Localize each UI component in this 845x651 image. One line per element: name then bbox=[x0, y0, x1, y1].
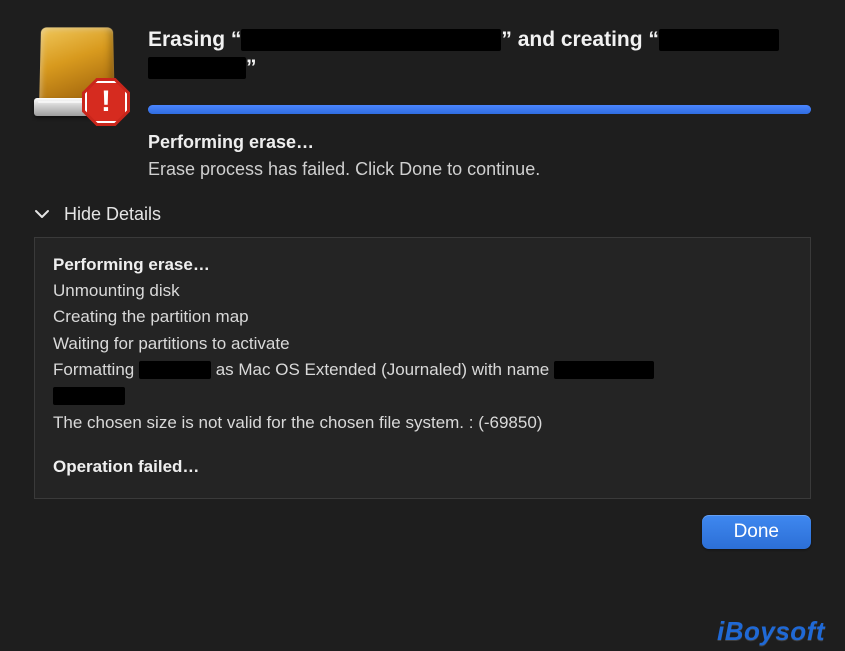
details-toggle-label: Hide Details bbox=[64, 204, 161, 225]
dialog-footer: Done bbox=[34, 515, 811, 549]
dialog-title: Erasing “ ” and creating “ ” bbox=[148, 26, 811, 83]
done-button[interactable]: Done bbox=[702, 515, 811, 549]
erase-dialog: ! Erasing “ ” and creating “ ” Performing… bbox=[0, 0, 845, 569]
log-line: Creating the partition map bbox=[53, 304, 792, 330]
log-line: Unmounting disk bbox=[53, 278, 792, 304]
log-line: Formatting as Mac OS Extended (Journaled… bbox=[53, 357, 792, 383]
log-line: The chosen size is not valid for the cho… bbox=[53, 410, 792, 436]
log-line: Performing erase… bbox=[53, 252, 792, 278]
redacted-vol-name-1 bbox=[554, 361, 654, 379]
status-heading: Performing erase… bbox=[148, 132, 811, 153]
redacted-disk-id bbox=[139, 361, 211, 379]
title-suffix: ” bbox=[246, 56, 257, 79]
progress-fill bbox=[148, 105, 811, 114]
redacted-source-name bbox=[241, 29, 501, 51]
log-frag: as Mac OS Extended (Journaled) with name bbox=[211, 360, 554, 379]
details-log: Performing erase… Unmounting disk Creati… bbox=[34, 237, 811, 500]
title-prefix: Erasing “ bbox=[148, 28, 241, 51]
alert-badge-icon: ! bbox=[82, 78, 130, 126]
log-line: Operation failed… bbox=[53, 454, 792, 480]
disk-alert-icon: ! bbox=[34, 24, 122, 124]
redacted-target-name-2 bbox=[148, 57, 246, 79]
chevron-down-icon bbox=[34, 206, 50, 222]
header-text: Erasing “ ” and creating “ ” Performing e… bbox=[148, 24, 811, 180]
log-frag: Formatting bbox=[53, 360, 139, 379]
redacted-target-name-1 bbox=[659, 29, 779, 51]
details-toggle[interactable]: Hide Details bbox=[34, 204, 811, 225]
redacted-vol-name-2 bbox=[53, 387, 125, 405]
log-line: Waiting for partitions to activate bbox=[53, 331, 792, 357]
dialog-header: ! Erasing “ ” and creating “ ” Performing… bbox=[34, 24, 811, 180]
status-message: Erase process has failed. Click Done to … bbox=[148, 159, 811, 180]
title-mid: ” and creating “ bbox=[501, 28, 659, 51]
log-line bbox=[53, 383, 792, 409]
watermark: iBoysoft bbox=[717, 616, 825, 647]
progress-bar bbox=[148, 105, 811, 114]
